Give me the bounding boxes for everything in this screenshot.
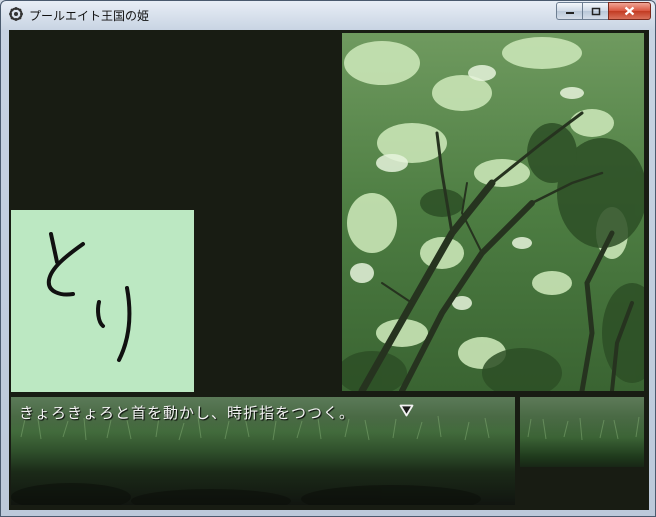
gear-app-icon: [9, 7, 23, 21]
character-portrait: とり: [11, 210, 194, 392]
close-button[interactable]: [608, 2, 651, 20]
game-window: プールエイト王国の姫 きょろきょろと首を動かし、時折指をつつく。: [0, 0, 656, 517]
message-window[interactable]: きょろきょろと首を動かし、時折指をつつく。: [11, 397, 515, 505]
forest-canopy-image: [342, 33, 644, 391]
title-bar[interactable]: プールエイト王国の姫: [1, 1, 655, 28]
maximize-button[interactable]: [582, 2, 608, 20]
handwriting-tori: とり: [46, 232, 132, 362]
grass-texture-side: [527, 416, 640, 441]
maximize-icon: [591, 7, 600, 15]
message-text: きょろきょろと首を動かし、時折指をつつく。: [19, 404, 356, 422]
window-controls: [556, 2, 651, 21]
game-screen[interactable]: とり きょろきょろと首を動かし: [9, 30, 649, 510]
window-title: プールエイト王国の姫: [29, 9, 150, 23]
next-triangle-icon[interactable]: [399, 404, 414, 417]
close-icon: [624, 6, 635, 16]
minimize-button[interactable]: [556, 2, 582, 20]
side-panel: [520, 397, 644, 467]
minimize-icon: [565, 12, 574, 14]
